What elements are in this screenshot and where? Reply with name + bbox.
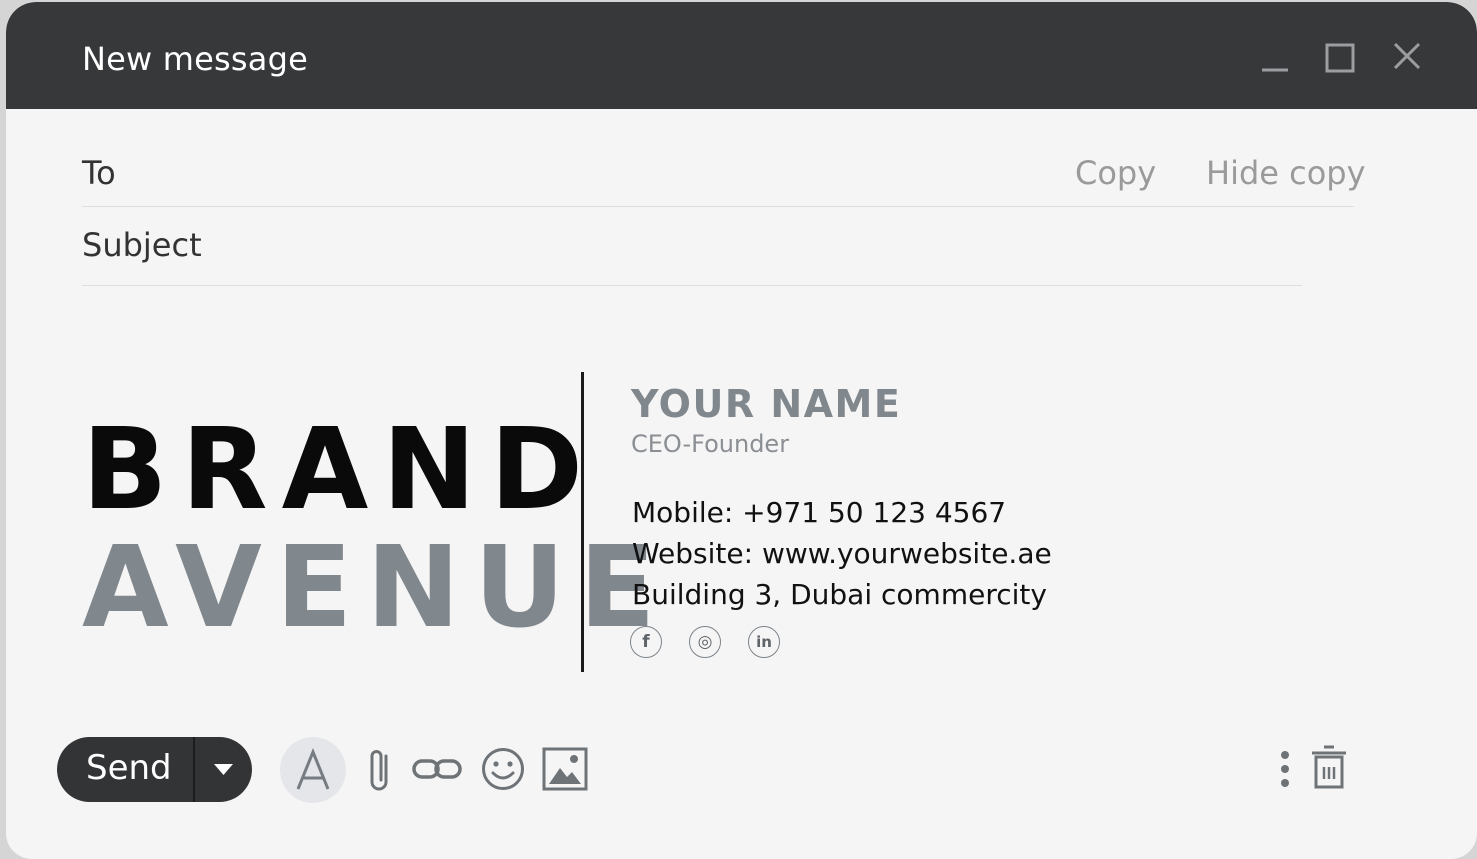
facebook-icon[interactable]: f — [630, 626, 662, 658]
signature-role: CEO-Founder — [631, 430, 790, 458]
maximize-icon[interactable] — [1320, 40, 1360, 80]
more-options-button[interactable] — [1272, 748, 1298, 798]
to-divider — [82, 206, 1354, 207]
subject-input[interactable] — [82, 212, 1302, 284]
window-title: New message — [82, 40, 308, 78]
signature-divider — [581, 372, 584, 672]
close-icon[interactable] — [1387, 40, 1427, 80]
format-text-button[interactable] — [280, 737, 346, 803]
linkedin-icon[interactable]: in — [748, 626, 780, 658]
signature-website: Website: www.yourwebsite.ae — [632, 537, 1052, 570]
insert-link-button[interactable] — [411, 752, 463, 790]
send-options-button[interactable] — [195, 737, 252, 802]
send-button[interactable]: Send — [86, 748, 172, 788]
link-icon — [412, 759, 462, 779]
subject-divider — [82, 285, 1302, 286]
send-button-group: Send — [57, 737, 252, 802]
title-bar: New message — [6, 2, 1477, 109]
emoji-icon — [482, 748, 524, 790]
format-text-icon — [296, 748, 330, 790]
brand-logo-line-1: BRAND — [82, 405, 597, 535]
minimize-icon[interactable] — [1255, 40, 1295, 80]
more-options-icon — [1281, 751, 1289, 787]
signature-name: YOUR NAME — [631, 382, 902, 426]
trash-icon — [1312, 745, 1346, 789]
attach-button[interactable] — [364, 746, 398, 800]
emoji-button[interactable] — [480, 746, 526, 796]
instagram-icon[interactable]: ◎ — [689, 626, 721, 658]
image-icon — [542, 747, 588, 791]
compose-window: New message To Copy Hide copy Subject BR… — [6, 2, 1477, 859]
caret-down-icon — [214, 764, 233, 775]
signature-mobile: Mobile: +971 50 123 4567 — [632, 496, 1007, 529]
discard-button[interactable] — [1309, 743, 1349, 797]
signature-address: Building 3, Dubai commercity — [632, 578, 1047, 611]
insert-image-button[interactable] — [541, 746, 589, 796]
to-input[interactable] — [82, 117, 1302, 205]
attach-icon — [370, 750, 388, 791]
